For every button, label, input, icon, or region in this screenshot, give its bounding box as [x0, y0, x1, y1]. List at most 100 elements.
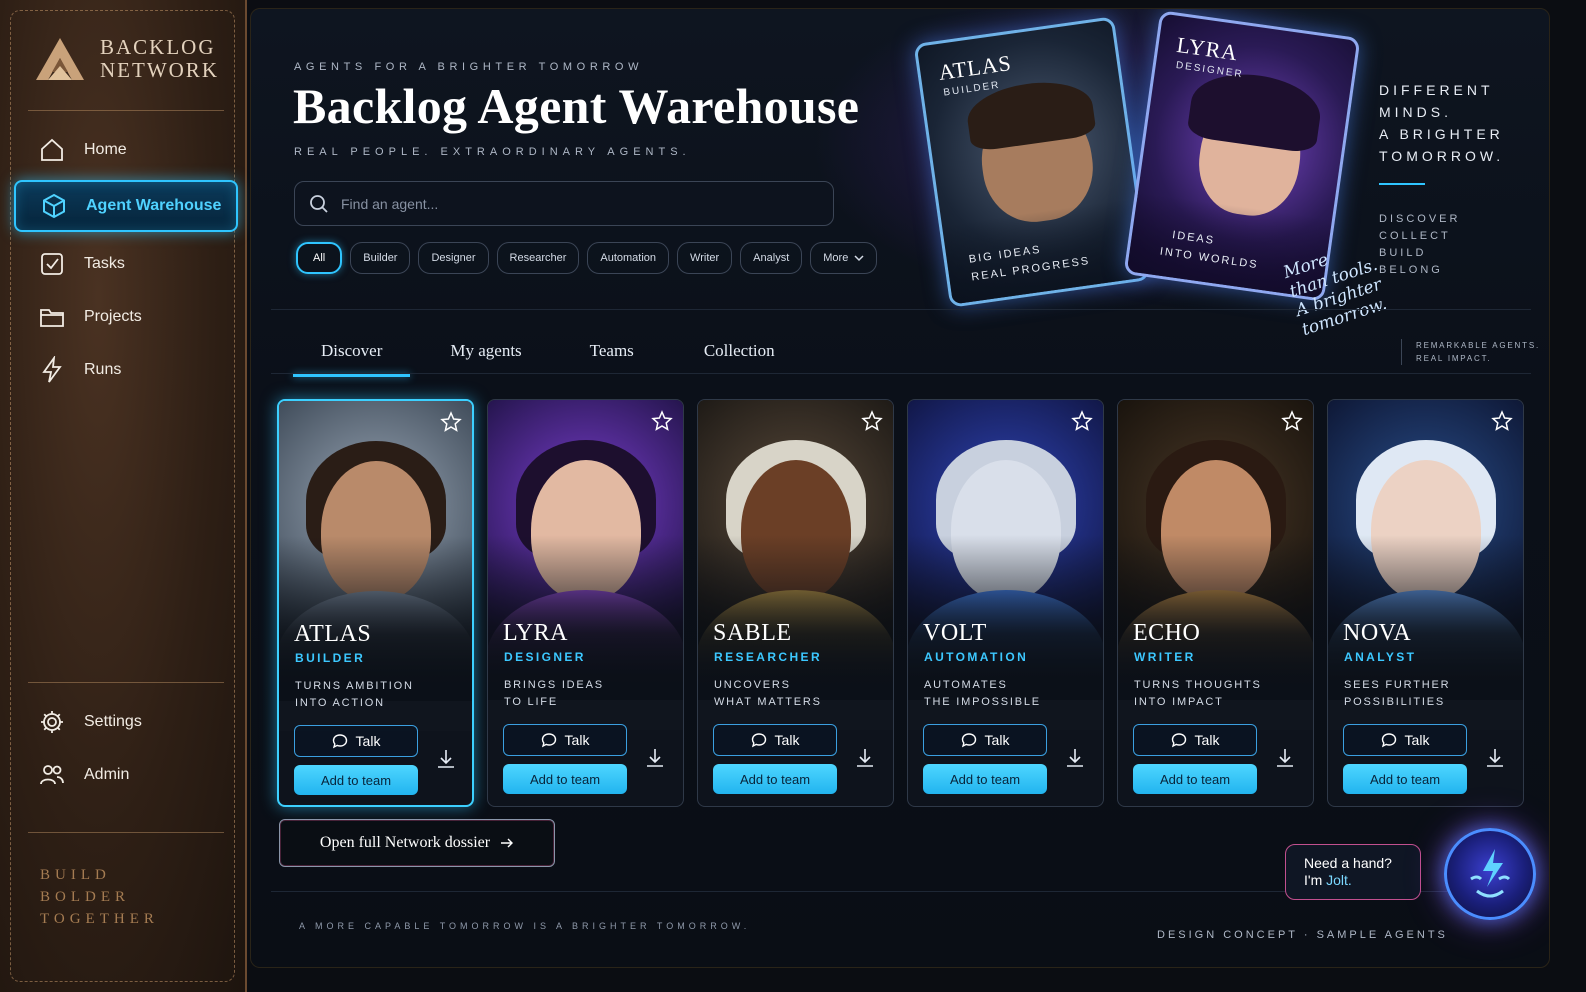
- agent-name: NOVA: [1343, 620, 1412, 646]
- footer-note: DESIGN CONCEPT · SAMPLE AGENTS: [1157, 929, 1448, 941]
- download-icon[interactable]: [854, 746, 876, 770]
- favorite-star-icon[interactable]: [1491, 410, 1513, 432]
- favorite-star-icon[interactable]: [440, 411, 462, 433]
- assistant-prefix: I'm: [1304, 872, 1327, 888]
- add-to-team-button[interactable]: Add to team: [1343, 764, 1467, 794]
- download-icon[interactable]: [1064, 746, 1086, 770]
- agent-description-line: BRINGS IDEAS: [504, 679, 604, 691]
- remark-line: REAL IMPACT.: [1416, 354, 1492, 363]
- tab-bar: Discover My agents Teams Collection: [293, 337, 803, 377]
- tab-discover[interactable]: Discover: [293, 337, 411, 377]
- sidebar-item-label: Agent Warehouse: [86, 197, 222, 214]
- jolt-assistant-avatar[interactable]: [1444, 828, 1536, 920]
- filter-chip-more[interactable]: More: [810, 242, 878, 274]
- favorite-star-icon[interactable]: [651, 410, 673, 432]
- chat-bubble-icon: [751, 733, 766, 748]
- filter-chip-builder[interactable]: Builder: [350, 242, 411, 274]
- motto-line: TOMORROW.: [1379, 148, 1505, 164]
- add-to-team-button[interactable]: Add to team: [1133, 764, 1257, 794]
- talk-button[interactable]: Talk: [1343, 724, 1467, 756]
- motto-line: A BRIGHTER: [1379, 126, 1504, 142]
- jolt-face-icon: [1470, 849, 1511, 898]
- sidebar-item-settings[interactable]: Settings: [14, 696, 238, 748]
- sidebar-item-agent-warehouse[interactable]: Agent Warehouse: [14, 180, 238, 232]
- agent-role: WRITER: [1134, 650, 1196, 664]
- talk-button[interactable]: Talk: [294, 725, 418, 757]
- motto-list-item: BELONG: [1379, 264, 1443, 276]
- download-icon[interactable]: [1484, 746, 1506, 770]
- download-icon[interactable]: [1274, 746, 1296, 770]
- motto-list-item: BUILD: [1379, 247, 1427, 259]
- search-input[interactable]: [341, 195, 833, 212]
- add-to-team-button[interactable]: Add to team: [713, 764, 837, 794]
- sidebar-item-label: Projects: [84, 308, 142, 325]
- hero-remark: REMARKABLE AGENTS. REAL IMPACT.: [1401, 339, 1540, 365]
- agent-description-line: TURNS THOUGHTS: [1134, 679, 1262, 691]
- favorite-star-icon[interactable]: [1071, 410, 1093, 432]
- agent-description-line: WHAT MATTERS: [714, 696, 822, 708]
- agent-description-line: SEES FURTHER: [1344, 679, 1451, 691]
- open-dossier-label: Open full Network dossier: [319, 834, 491, 851]
- sidebar-divider: [28, 682, 224, 683]
- agent-card-nova[interactable]: NOVA ANALYST SEES FURTHER POSSIBILITIES …: [1327, 399, 1524, 807]
- add-to-team-button[interactable]: Add to team: [294, 765, 418, 795]
- agent-description-line: UNCOVERS: [714, 679, 791, 691]
- agent-description-line: AUTOMATES: [924, 679, 1008, 691]
- filter-chip-automation[interactable]: Automation: [587, 242, 670, 274]
- lightning-icon: [42, 356, 62, 383]
- assistant-line-1: Need a hand?: [1304, 855, 1392, 871]
- motto-list-item: COLLECT: [1379, 230, 1451, 242]
- checkbox-icon: [41, 253, 63, 275]
- sidebar-item-admin[interactable]: Admin: [14, 749, 238, 801]
- talk-button[interactable]: Talk: [503, 724, 627, 756]
- add-to-team-button[interactable]: Add to team: [503, 764, 627, 794]
- agent-card-atlas[interactable]: ATLAS BUILDER TURNS AMBITION INTO ACTION…: [277, 399, 474, 807]
- filter-chip-researcher[interactable]: Researcher: [496, 242, 580, 274]
- filter-chip-writer[interactable]: Writer: [677, 242, 733, 274]
- agent-card-lyra[interactable]: LYRA DESIGNER BRINGS IDEAS TO LIFE Talk …: [487, 399, 684, 807]
- home-icon: [41, 138, 63, 161]
- hero-motto: DIFFERENT MINDS. A BRIGHTER TOMORROW.: [1379, 79, 1504, 167]
- assistant-bubble[interactable]: Need a hand? I'm Jolt.: [1285, 844, 1421, 900]
- favorite-star-icon[interactable]: [861, 410, 883, 432]
- talk-button[interactable]: Talk: [923, 724, 1047, 756]
- assistant-line-2: I'm Jolt.: [1304, 872, 1420, 889]
- cube-icon: [43, 193, 65, 219]
- filter-chip-designer[interactable]: Designer: [418, 242, 489, 274]
- sidebar-divider: [28, 110, 224, 111]
- talk-button[interactable]: Talk: [713, 724, 837, 756]
- arrow-right-icon: [501, 838, 514, 848]
- sidebar-item-tasks[interactable]: Tasks: [14, 238, 238, 290]
- add-to-team-button[interactable]: Add to team: [923, 764, 1047, 794]
- chat-bubble-icon: [1171, 733, 1186, 748]
- main-nav: Home Agent Warehouse Tasks Projects Runs: [14, 124, 238, 397]
- filter-chip-all[interactable]: All: [296, 242, 343, 274]
- hero-eyebrow: AGENTS FOR A BRIGHTER TOMORROW: [294, 61, 644, 73]
- tab-teams[interactable]: Teams: [562, 337, 662, 377]
- agent-description-line: INTO ACTION: [295, 697, 385, 709]
- brand-logo[interactable]: BACKLOG NETWORK: [34, 36, 219, 82]
- sidebar-item-projects[interactable]: Projects: [14, 291, 238, 343]
- tab-my-agents[interactable]: My agents: [422, 337, 549, 377]
- agent-description: SEES FURTHER POSSIBILITIES: [1344, 677, 1514, 711]
- agent-role: DESIGNER: [504, 650, 586, 664]
- hero-subtitle: REAL PEOPLE. EXTRAORDINARY AGENTS.: [294, 146, 691, 158]
- agent-role: ANALYST: [1344, 650, 1417, 664]
- hero-divider: [271, 309, 1531, 310]
- sidebar-item-home[interactable]: Home: [14, 124, 238, 176]
- download-icon[interactable]: [644, 746, 666, 770]
- gear-icon: [41, 711, 63, 733]
- favorite-star-icon[interactable]: [1281, 410, 1303, 432]
- open-dossier-button[interactable]: Open full Network dossier: [279, 819, 555, 867]
- download-icon[interactable]: [435, 747, 457, 771]
- agent-card-volt[interactable]: VOLT AUTOMATION AUTOMATES THE IMPOSSIBLE…: [907, 399, 1104, 807]
- search-box[interactable]: [294, 181, 834, 226]
- talk-button[interactable]: Talk: [1133, 724, 1257, 756]
- agent-card-echo[interactable]: ECHO WRITER TURNS THOUGHTS INTO IMPACT T…: [1117, 399, 1314, 807]
- agent-card-sable[interactable]: SABLE RESEARCHER UNCOVERS WHAT MATTERS T…: [697, 399, 894, 807]
- agent-description: TURNS THOUGHTS INTO IMPACT: [1134, 677, 1304, 711]
- tab-collection[interactable]: Collection: [676, 337, 803, 377]
- filter-chip-analyst[interactable]: Analyst: [740, 242, 803, 274]
- sidebar-item-runs[interactable]: Runs: [14, 344, 238, 396]
- sidebar-item-label: Home: [84, 141, 127, 158]
